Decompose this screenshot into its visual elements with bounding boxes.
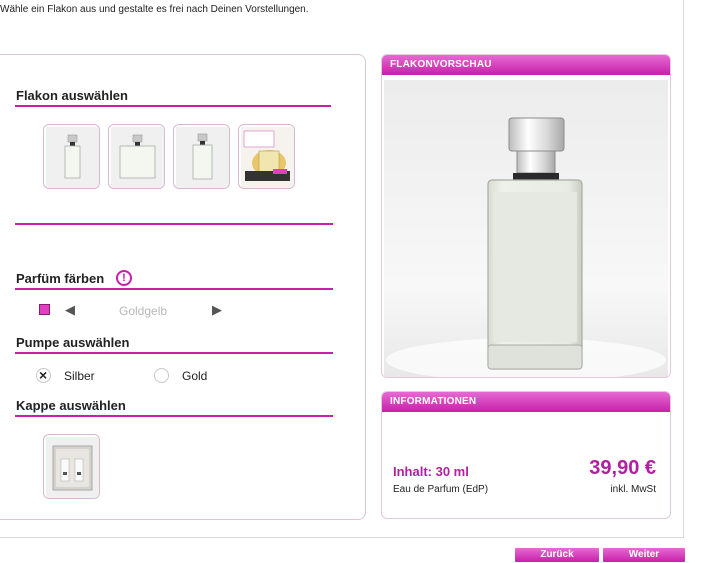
info-box: INFORMATIONEN Inhalt: 30 ml 39,90 € Eau … bbox=[381, 391, 671, 519]
cap-section-divider bbox=[15, 415, 333, 417]
page-frame-bottom bbox=[0, 537, 684, 538]
flakon-bottom-divider bbox=[15, 223, 333, 225]
color-swatch[interactable] bbox=[39, 304, 50, 315]
flakon-thumb-tall[interactable] bbox=[173, 124, 230, 189]
flakon-section-divider bbox=[15, 105, 331, 107]
color-section-title: Parfüm färben bbox=[16, 271, 105, 286]
flakon-section-title: Flakon auswählen bbox=[16, 88, 128, 103]
info-icon[interactable]: ! bbox=[116, 270, 132, 286]
pump-gold-label[interactable]: Gold bbox=[182, 369, 207, 383]
flakon-thumb-gift-set[interactable] bbox=[238, 124, 295, 189]
fragrance-type: Eau de Parfum (EdP) bbox=[393, 484, 489, 495]
cap-thumb-silver[interactable] bbox=[43, 434, 100, 499]
flakon-thumb-square[interactable] bbox=[108, 124, 165, 189]
page-frame-right bbox=[683, 0, 684, 538]
pump-silver-radio[interactable] bbox=[36, 367, 51, 383]
info-header: INFORMATIONEN bbox=[382, 392, 670, 412]
preview-header: FLAKONVORSCHAU bbox=[382, 55, 670, 75]
color-section-divider bbox=[15, 288, 333, 290]
next-button[interactable]: Weiter bbox=[603, 548, 685, 562]
content-volume-label: Inhalt: 30 ml bbox=[393, 464, 469, 479]
bottle-preview-image bbox=[384, 80, 668, 377]
pump-section-title: Pumpe auswählen bbox=[16, 335, 130, 350]
pump-section-divider bbox=[15, 352, 333, 354]
price-value: 39,90 € bbox=[589, 457, 656, 479]
back-button[interactable]: Zurück bbox=[515, 548, 599, 562]
next-color-arrow-icon[interactable]: ▶ bbox=[212, 302, 222, 318]
prev-color-arrow-icon[interactable]: ◀ bbox=[65, 302, 75, 318]
flakon-thumb-slim[interactable] bbox=[43, 124, 100, 189]
intro-text: Wähle ein Flakon aus und gestalte es fre… bbox=[0, 4, 309, 15]
preview-box: FLAKONVORSCHAU bbox=[381, 54, 671, 378]
selected-color-label: Goldgelb bbox=[119, 304, 168, 318]
cap-section-title: Kappe auswählen bbox=[16, 398, 126, 413]
pump-silver-label[interactable]: Silber bbox=[64, 369, 95, 383]
vat-note: inkl. MwSt bbox=[610, 484, 656, 495]
pump-gold-radio[interactable] bbox=[154, 368, 169, 383]
